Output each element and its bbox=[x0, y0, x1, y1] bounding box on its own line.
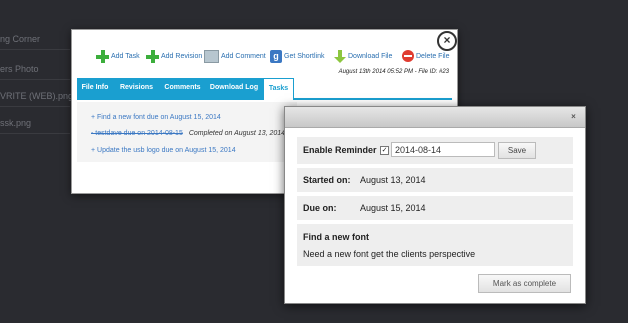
task-info-row: Find a new font Need a new font get the … bbox=[297, 224, 573, 266]
task-title: Find a new font bbox=[303, 232, 369, 242]
tab-tasks[interactable]: Tasks bbox=[263, 78, 294, 100]
download-file-button[interactable]: Download File bbox=[334, 50, 392, 63]
bg-list-item[interactable]: ng Corner bbox=[0, 34, 40, 44]
task-modal-header: × bbox=[285, 107, 585, 128]
file-toolbar: Add Task Add Revision Add Comment g Get … bbox=[96, 50, 451, 66]
add-revision-button[interactable]: Add Revision bbox=[146, 50, 202, 63]
add-comment-label: Add Comment bbox=[221, 53, 266, 60]
download-file-label: Download File bbox=[348, 53, 393, 60]
due-value: August 15, 2014 bbox=[360, 203, 426, 213]
get-shortlink-button[interactable]: g Get Shortlink bbox=[270, 50, 324, 63]
started-row: Started on: August 13, 2014 bbox=[297, 168, 573, 192]
bg-list-item[interactable]: ssk.png bbox=[0, 118, 31, 128]
bg-list-item[interactable]: ers Photo bbox=[0, 64, 39, 74]
started-value: August 13, 2014 bbox=[360, 175, 426, 185]
task-item[interactable]: + Find a new font due on August 15, 2014 bbox=[91, 114, 221, 121]
tab-revisions[interactable]: Revisions bbox=[113, 78, 160, 98]
due-row: Due on: August 15, 2014 bbox=[297, 196, 573, 220]
close-icon[interactable]: × bbox=[437, 31, 457, 51]
tab-file-info[interactable]: File Info bbox=[77, 78, 113, 98]
reminder-checkbox[interactable]: ✓ bbox=[380, 146, 389, 155]
download-arrow-icon bbox=[334, 50, 346, 63]
enable-reminder-label: Enable Reminder bbox=[303, 145, 377, 155]
delete-icon bbox=[402, 50, 414, 62]
save-button[interactable]: Save bbox=[498, 142, 536, 159]
started-label: Started on: bbox=[303, 175, 351, 185]
task-link[interactable]: + Update the usb logo due on August 15, … bbox=[91, 147, 236, 154]
bg-divider bbox=[0, 49, 70, 50]
bg-list-item[interactable]: VRITE (WEB).png bbox=[0, 91, 73, 101]
add-task-button[interactable]: Add Task bbox=[96, 50, 140, 63]
task-item[interactable]: + Update the usb logo due on August 15, … bbox=[91, 147, 236, 154]
comment-icon bbox=[204, 50, 219, 63]
tab-download-log[interactable]: Download Log bbox=[205, 78, 263, 98]
task-link[interactable]: - testdave due on 2014-08-15 bbox=[91, 130, 183, 137]
due-label: Due on: bbox=[303, 203, 337, 213]
close-icon[interactable]: × bbox=[569, 112, 578, 121]
task-completed-note: Completed on August 13, 2014 bbox=[188, 130, 286, 137]
delete-file-label: Delete File bbox=[416, 52, 450, 60]
file-tabs: File Info Revisions Comments Download Lo… bbox=[77, 78, 452, 100]
file-meta: August 13th 2014 05:52 PM - File ID: #23 bbox=[338, 69, 449, 75]
reminder-row: Enable Reminder ✓ Save bbox=[297, 137, 573, 164]
plus-icon bbox=[146, 50, 159, 63]
add-revision-label: Add Revision bbox=[161, 53, 203, 60]
task-list: + Find a new font due on August 15, 2014… bbox=[77, 102, 297, 162]
task-link[interactable]: + Find a new font due on August 15, 2014 bbox=[91, 114, 221, 121]
task-detail-modal: × Enable Reminder ✓ Save Started on: Aug… bbox=[284, 106, 586, 304]
mark-complete-button[interactable]: Mark as complete bbox=[478, 274, 571, 293]
tab-comments[interactable]: Comments bbox=[160, 78, 205, 98]
bg-divider bbox=[0, 79, 70, 80]
task-item[interactable]: - testdave due on 2014-08-15 Completed o… bbox=[91, 130, 285, 137]
task-description: Need a new font get the clients perspect… bbox=[303, 249, 476, 259]
reminder-date-input[interactable] bbox=[391, 142, 495, 157]
google-icon: g bbox=[270, 50, 282, 63]
add-task-label: Add Task bbox=[111, 53, 140, 60]
get-shortlink-label: Get Shortlink bbox=[284, 53, 325, 60]
bg-divider bbox=[0, 106, 70, 107]
add-comment-button[interactable]: Add Comment bbox=[204, 50, 266, 63]
delete-file-button[interactable]: Delete File bbox=[402, 50, 449, 62]
bg-divider bbox=[0, 133, 70, 134]
plus-icon bbox=[96, 50, 109, 63]
